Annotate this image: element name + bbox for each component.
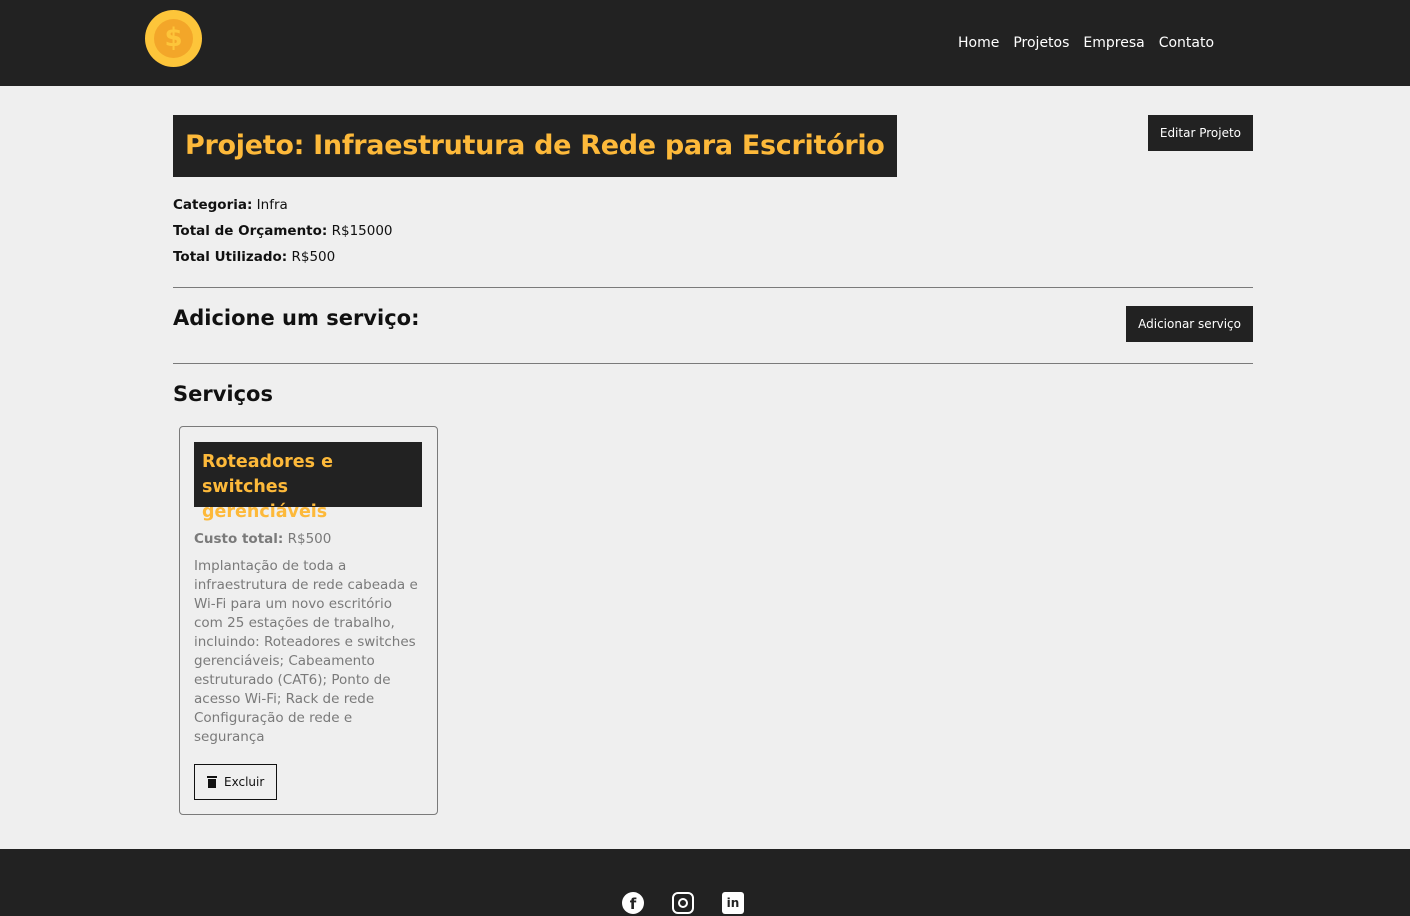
delete-service-button[interactable]: Excluir: [194, 764, 278, 800]
service-card: Roteadores e switches gerenciáveis Custo…: [179, 426, 438, 815]
used-row: Total Utilizado: R$500: [173, 244, 393, 270]
divider: [173, 287, 1253, 288]
facebook-icon[interactable]: f: [622, 892, 644, 914]
coin-logo-inner: $: [154, 19, 193, 58]
service-cost: Custo total: R$500: [194, 531, 331, 547]
service-title: Roteadores e switches gerenciáveis: [194, 442, 422, 522]
social-links: f in: [622, 892, 744, 914]
navbar: $ Home Projetos Empresa Contato: [0, 0, 1410, 86]
linkedin-icon[interactable]: in: [722, 892, 744, 914]
coin-logo-icon[interactable]: $: [145, 10, 202, 67]
trash-icon: [207, 776, 217, 788]
add-service-heading: Adicione um serviço:: [173, 306, 420, 330]
category-row: Categoria: Infra: [173, 192, 393, 218]
instagram-icon[interactable]: [672, 892, 694, 914]
project-title: Projeto: Infraestrutura de Rede para Esc…: [173, 115, 897, 177]
used-label: Total Utilizado:: [173, 249, 288, 265]
facebook-glyph: f: [629, 895, 637, 913]
service-description: Implantação de toda a infraestrutura de …: [194, 558, 418, 745]
category-value: Infra: [256, 197, 288, 213]
budget-label: Total de Orçamento:: [173, 223, 328, 239]
footer: f in: [0, 849, 1410, 916]
service-cost-value: R$500: [287, 531, 332, 547]
budget-value: R$15000: [331, 223, 393, 239]
divider: [173, 363, 1253, 364]
linkedin-glyph: in: [726, 896, 740, 910]
dollar-sign-glyph: $: [164, 23, 183, 53]
delete-service-label: Excluir: [224, 775, 265, 789]
nav-link-projetos[interactable]: Projetos: [1013, 35, 1069, 51]
nav-links: Home Projetos Empresa Contato: [958, 32, 1228, 51]
category-label: Categoria:: [173, 197, 253, 213]
service-cost-label: Custo total:: [194, 531, 284, 547]
budget-row: Total de Orçamento: R$15000: [173, 218, 393, 244]
nav-link-contato[interactable]: Contato: [1159, 35, 1214, 51]
nav-link-empresa[interactable]: Empresa: [1083, 35, 1144, 51]
services-heading: Serviços: [173, 382, 273, 406]
nav-link-home[interactable]: Home: [958, 35, 999, 51]
add-service-button[interactable]: Adicionar serviço: [1126, 306, 1253, 342]
edit-project-button[interactable]: Editar Projeto: [1147, 115, 1253, 151]
project-info: Categoria: Infra Total de Orçamento: R$1…: [173, 192, 393, 270]
used-value: R$500: [291, 249, 336, 265]
